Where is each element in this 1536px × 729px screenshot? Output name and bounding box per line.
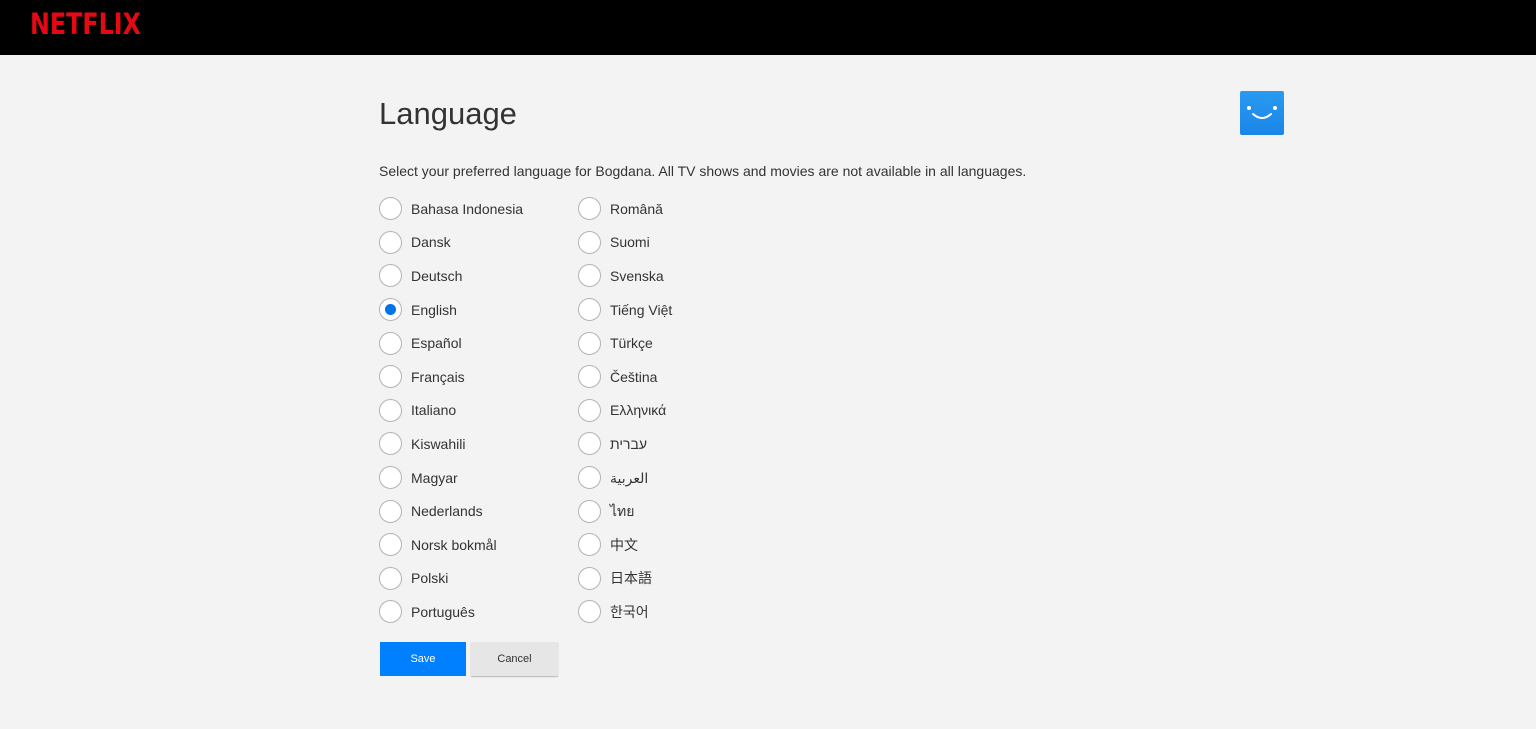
language-option[interactable]: Português bbox=[379, 595, 523, 629]
radio-button[interactable] bbox=[578, 197, 601, 221]
radio-button[interactable] bbox=[379, 499, 402, 523]
language-option[interactable]: ไทย bbox=[578, 494, 672, 528]
top-navigation-bar: NETFLIX bbox=[0, 0, 1536, 55]
language-label: Nederlands bbox=[411, 503, 483, 520]
radio-button[interactable] bbox=[578, 331, 601, 355]
language-label: Deutsch bbox=[411, 267, 463, 284]
language-option[interactable]: العربية bbox=[578, 461, 672, 495]
language-option[interactable]: 한국어 bbox=[578, 595, 672, 629]
radio-button[interactable] bbox=[578, 432, 601, 456]
radio-button[interactable] bbox=[578, 499, 601, 523]
language-label: Română bbox=[610, 200, 663, 217]
language-label: Norsk bokmål bbox=[411, 536, 497, 553]
radio-button[interactable] bbox=[379, 600, 402, 624]
language-option[interactable]: Suomi bbox=[578, 226, 672, 260]
language-option[interactable]: Norsk bokmål bbox=[379, 528, 523, 562]
language-description: Select your preferred language for Bogda… bbox=[379, 163, 1027, 179]
language-label: العربية bbox=[610, 469, 649, 486]
language-label: Português bbox=[411, 603, 475, 620]
radio-button[interactable] bbox=[578, 398, 601, 422]
language-label: Magyar bbox=[411, 469, 458, 486]
language-column-right: Română Suomi Svenska Tiếng Việt Türkçe Č… bbox=[578, 192, 672, 629]
save-button[interactable]: Save bbox=[380, 642, 466, 676]
radio-button[interactable] bbox=[379, 432, 402, 456]
language-label: עברית bbox=[610, 435, 648, 452]
language-label: Kiswahili bbox=[411, 435, 466, 452]
language-label: Dansk bbox=[411, 234, 451, 251]
language-label: Italiano bbox=[411, 402, 457, 419]
radio-button[interactable] bbox=[379, 466, 402, 490]
language-option[interactable]: English bbox=[379, 293, 523, 327]
language-label: Français bbox=[411, 368, 465, 385]
language-option[interactable]: Español bbox=[379, 326, 523, 360]
radio-button[interactable] bbox=[578, 600, 601, 624]
language-column-left: Bahasa Indonesia Dansk Deutsch English E… bbox=[379, 192, 523, 629]
language-option[interactable]: Français bbox=[379, 360, 523, 394]
language-option[interactable]: Dansk bbox=[379, 226, 523, 260]
language-label: Polski bbox=[411, 570, 449, 587]
language-option[interactable]: Magyar bbox=[379, 461, 523, 495]
language-label: ไทย bbox=[610, 503, 635, 520]
radio-button[interactable] bbox=[578, 365, 601, 389]
radio-button[interactable] bbox=[379, 398, 402, 422]
language-option[interactable]: Bahasa Indonesia bbox=[379, 192, 523, 226]
radio-button[interactable] bbox=[379, 264, 402, 288]
language-option[interactable]: 日本語 bbox=[578, 562, 672, 596]
language-option[interactable]: Deutsch bbox=[379, 259, 523, 293]
language-option[interactable]: Svenska bbox=[578, 259, 672, 293]
radio-button[interactable] bbox=[379, 331, 402, 355]
radio-button[interactable] bbox=[578, 230, 601, 254]
language-label: Čeština bbox=[610, 368, 658, 385]
language-label: Tiếng Việt bbox=[610, 301, 673, 318]
radio-button[interactable] bbox=[578, 566, 601, 590]
radio-button[interactable] bbox=[379, 197, 402, 221]
language-option[interactable]: Tiếng Việt bbox=[578, 293, 672, 327]
page-title: Language bbox=[379, 96, 517, 131]
language-option[interactable]: Türkçe bbox=[578, 326, 672, 360]
cancel-button[interactable]: Cancel bbox=[471, 642, 558, 676]
language-label: Bahasa Indonesia bbox=[411, 200, 524, 217]
language-label: Türkçe bbox=[610, 335, 653, 352]
language-option[interactable]: Polski bbox=[379, 562, 523, 596]
language-label: 한국어 bbox=[610, 603, 649, 620]
radio-button[interactable] bbox=[578, 264, 601, 288]
profile-avatar-icon bbox=[1240, 91, 1284, 135]
language-option[interactable]: Română bbox=[578, 192, 672, 226]
language-option[interactable]: Čeština bbox=[578, 360, 672, 394]
language-option[interactable]: Ελληνικά bbox=[578, 394, 672, 428]
radio-button[interactable] bbox=[379, 533, 402, 557]
language-label: Suomi bbox=[610, 234, 650, 251]
language-label: English bbox=[411, 301, 457, 318]
language-label: 日本語 bbox=[610, 570, 652, 587]
radio-button[interactable] bbox=[379, 566, 402, 590]
radio-button[interactable] bbox=[578, 466, 601, 490]
radio-button[interactable] bbox=[379, 365, 402, 389]
language-label: Svenska bbox=[610, 267, 664, 284]
language-option[interactable]: Kiswahili bbox=[379, 427, 523, 461]
language-label: Español bbox=[411, 335, 462, 352]
radio-button[interactable] bbox=[578, 298, 601, 322]
radio-button[interactable] bbox=[578, 533, 601, 557]
language-option[interactable]: Nederlands bbox=[379, 494, 523, 528]
radio-button[interactable] bbox=[379, 230, 402, 254]
netflix-logo[interactable]: NETFLIX bbox=[30, 6, 141, 42]
radio-button-selected[interactable] bbox=[379, 298, 402, 322]
language-option[interactable]: 中文 bbox=[578, 528, 672, 562]
language-label: Ελληνικά bbox=[610, 402, 667, 419]
language-label: 中文 bbox=[610, 536, 638, 553]
language-option[interactable]: עברית bbox=[578, 427, 672, 461]
language-option[interactable]: Italiano bbox=[379, 394, 523, 428]
